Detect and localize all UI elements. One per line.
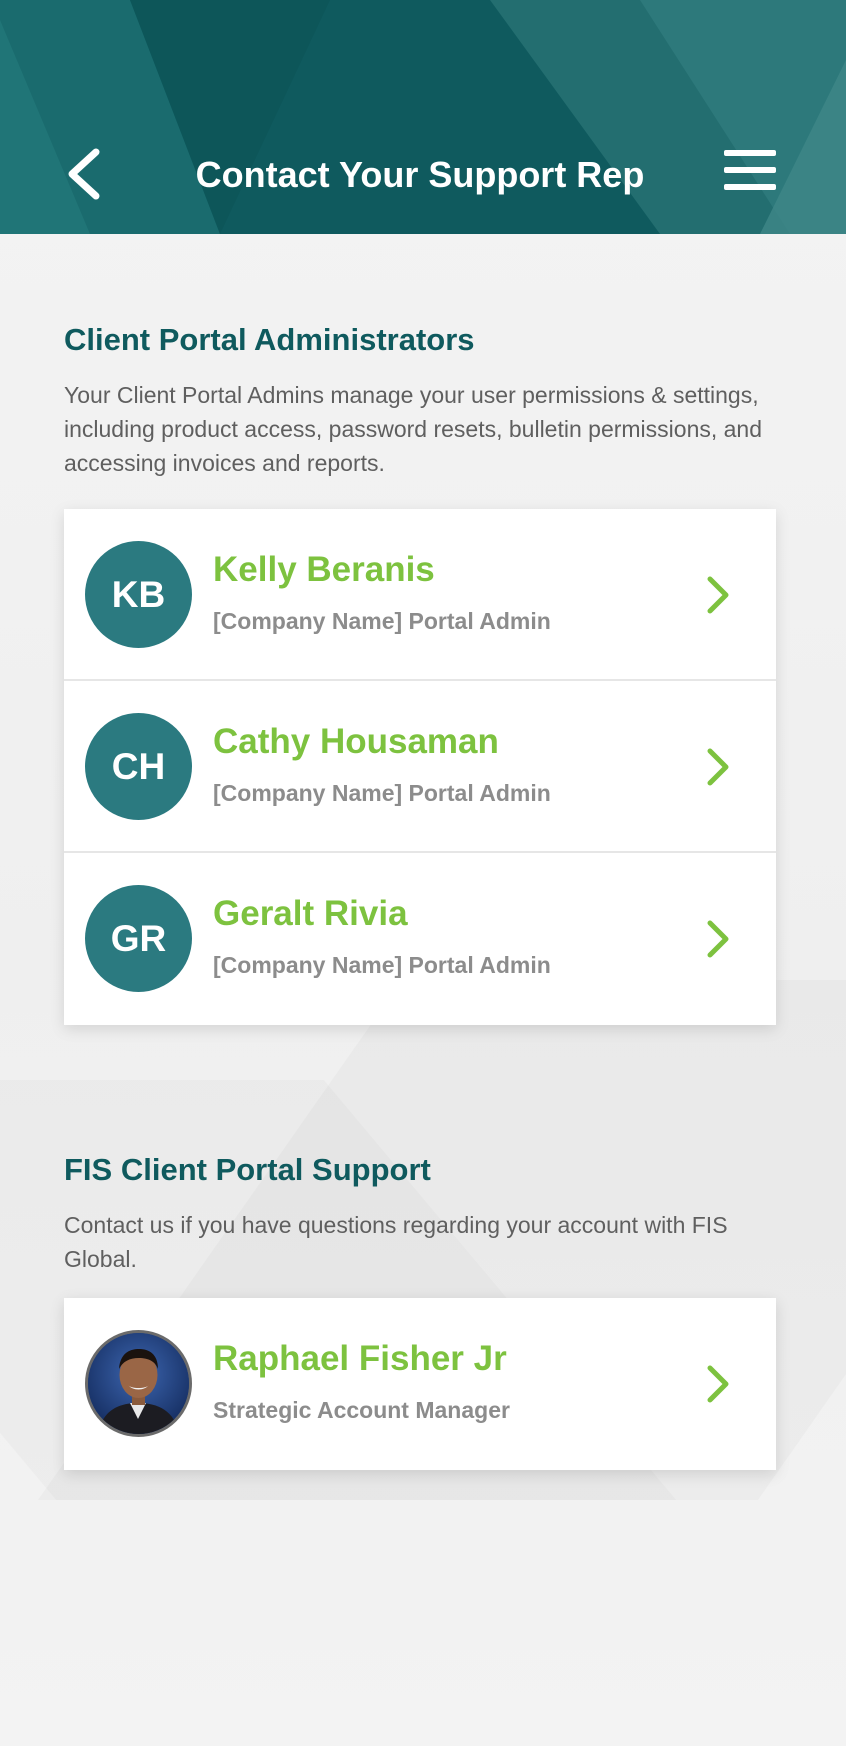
admins-contact-list: KB Kelly Beranis [Company Name] Portal A… bbox=[64, 509, 776, 1025]
contact-role: [Company Name] Portal Admin bbox=[213, 780, 551, 806]
chevron-right-icon bbox=[707, 920, 729, 958]
contact-row-geralt-rivia[interactable]: GR Geralt Rivia [Company Name] Portal Ad… bbox=[64, 853, 776, 1025]
avatar: CH bbox=[85, 713, 192, 820]
contact-name: Geralt Rivia bbox=[213, 894, 408, 933]
avatar: KB bbox=[85, 541, 192, 648]
contact-role: [Company Name] Portal Admin bbox=[213, 952, 551, 978]
support-section-title: FIS Client Portal Support bbox=[64, 1152, 431, 1187]
contact-row-raphael-fisher-jr[interactable]: Raphael Fisher Jr Strategic Account Mana… bbox=[64, 1298, 776, 1470]
support-section-description: Contact us if you have questions regardi… bbox=[64, 1212, 728, 1272]
contact-row-cathy-housaman[interactable]: CH Cathy Housaman [Company Name] Portal … bbox=[64, 681, 776, 853]
person-portrait-icon bbox=[88, 1333, 189, 1434]
chevron-right-icon bbox=[707, 576, 729, 614]
contact-name: Kelly Beranis bbox=[213, 550, 435, 589]
admins-section-title: Client Portal Administrators bbox=[64, 322, 475, 357]
contact-row-kelly-beranis[interactable]: KB Kelly Beranis [Company Name] Portal A… bbox=[64, 509, 776, 681]
support-contact-list: Raphael Fisher Jr Strategic Account Mana… bbox=[64, 1298, 776, 1470]
admins-section-description: Your Client Portal Admins manage your us… bbox=[64, 382, 763, 476]
contact-name: Raphael Fisher Jr bbox=[213, 1339, 507, 1378]
contact-role: Strategic Account Manager bbox=[213, 1397, 510, 1423]
chevron-right-icon bbox=[707, 1365, 729, 1403]
avatar-photo bbox=[85, 1330, 192, 1437]
chevron-right-icon bbox=[707, 748, 729, 786]
avatar: GR bbox=[85, 885, 192, 992]
page-title: Contact Your Support Rep bbox=[195, 154, 645, 195]
hamburger-menu-icon[interactable] bbox=[722, 148, 778, 192]
app-header: Contact Your Support Rep bbox=[0, 0, 846, 234]
contact-name: Cathy Housaman bbox=[213, 722, 499, 761]
contact-support-screen: Contact Your Support Rep Client Portal A… bbox=[0, 0, 846, 1746]
contact-role: [Company Name] Portal Admin bbox=[213, 608, 551, 634]
back-chevron-icon[interactable] bbox=[64, 146, 108, 202]
